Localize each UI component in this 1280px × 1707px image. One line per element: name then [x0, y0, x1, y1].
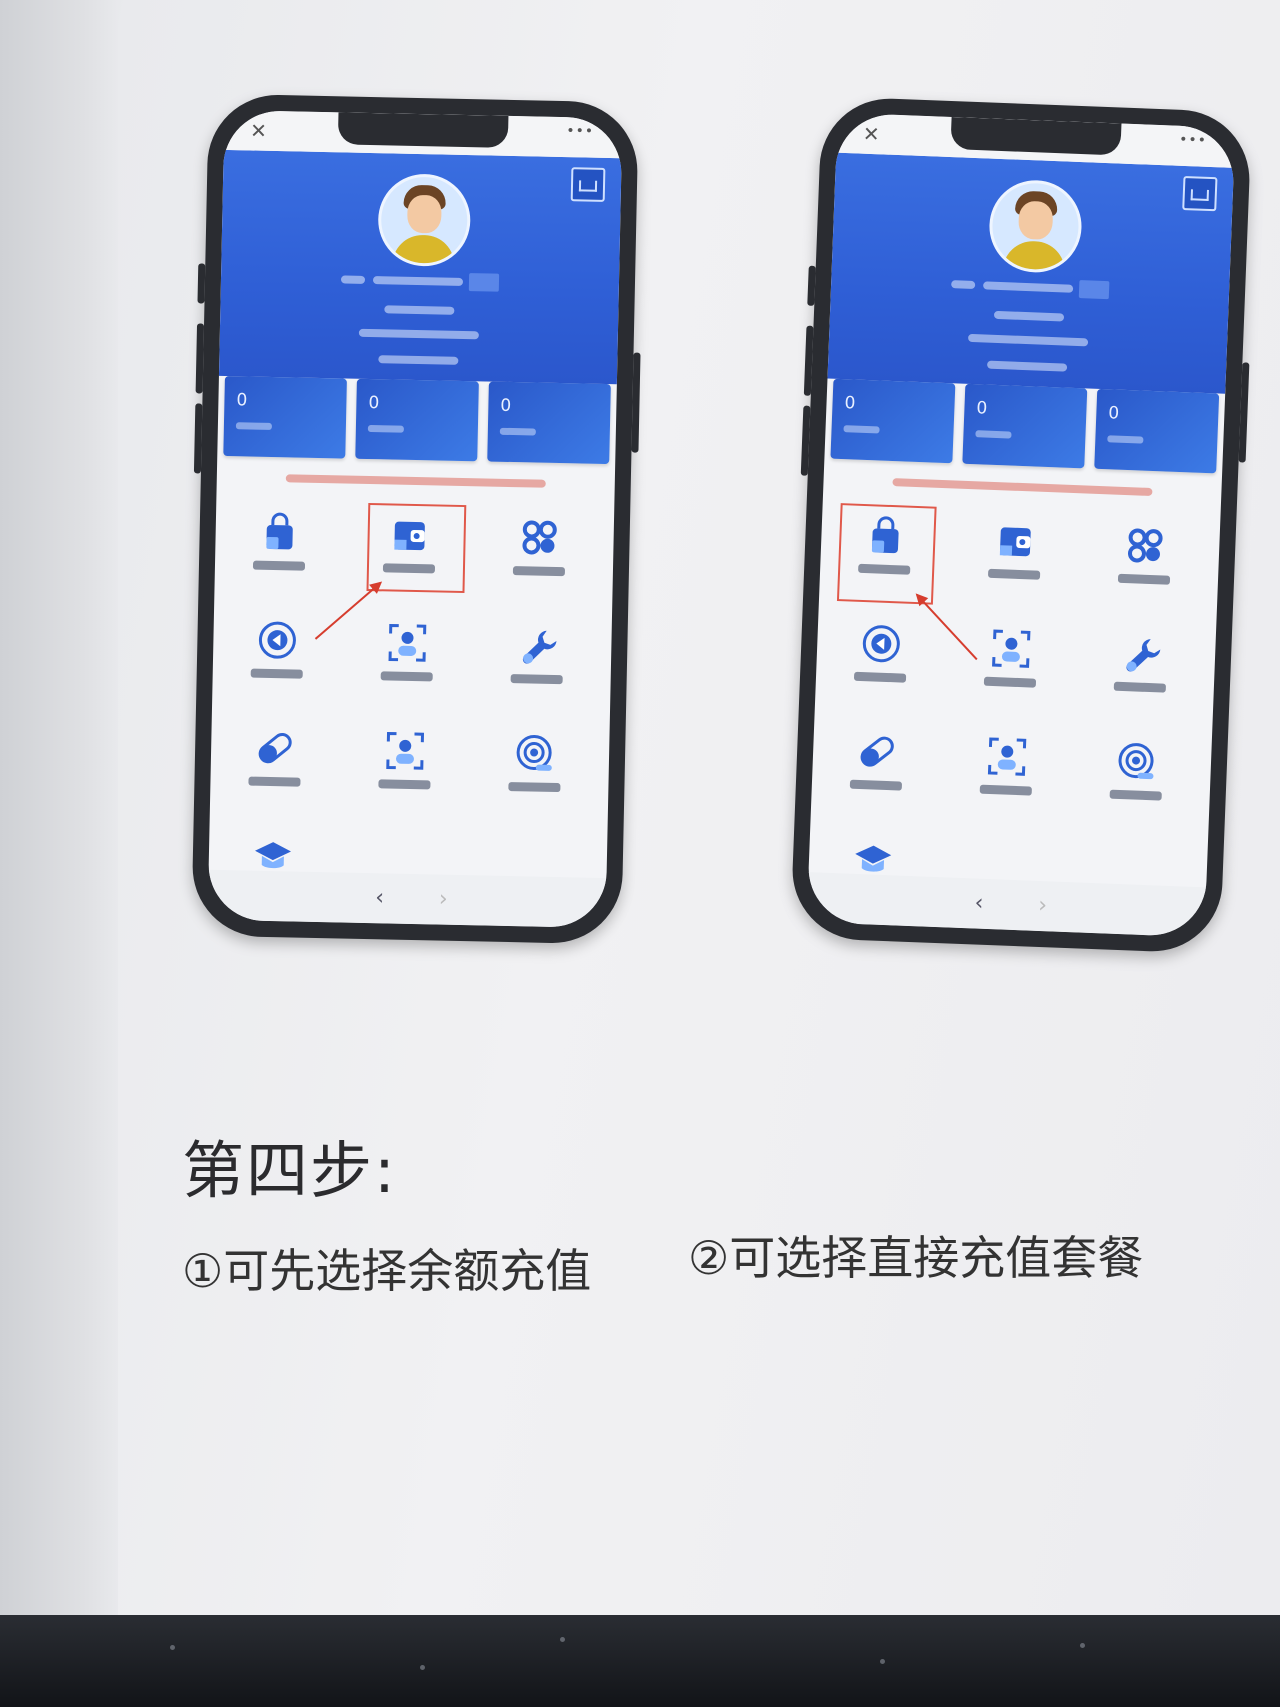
highlight-box: [366, 503, 467, 594]
grid-icon: [1124, 524, 1168, 568]
forward-icon[interactable]: ›: [439, 887, 448, 912]
balance-row: [220, 298, 618, 321]
forward-icon[interactable]: ›: [1038, 893, 1048, 918]
message-icon[interactable]: [1182, 175, 1218, 212]
stats-row: 0 0 0: [830, 378, 1220, 474]
scan-icon: [386, 621, 429, 664]
step-instruction-1: ①可先选择余额充值: [182, 1244, 592, 1298]
menu-item-label: [1109, 789, 1162, 801]
target-icon: [1115, 740, 1159, 784]
speaker-icon: [860, 622, 904, 666]
menu-item-label: [508, 782, 561, 793]
menu-item-label: [510, 674, 563, 685]
menu-item[interactable]: [944, 723, 1068, 828]
pill-icon: [855, 730, 899, 774]
more-icon[interactable]: •••: [566, 123, 594, 140]
menu-item-label: [248, 776, 301, 787]
browser-nav-bar: ‹ ›: [207, 869, 607, 929]
phone-notch: [337, 112, 509, 148]
step-title: 第四步:: [182, 1134, 397, 1207]
card-number-row: [831, 271, 1229, 304]
pill-icon: [254, 727, 297, 770]
menu-item-label: [380, 671, 433, 682]
menu-item-label: [983, 676, 1037, 688]
menu-item-label: [849, 779, 903, 791]
message-icon[interactable]: [570, 167, 606, 202]
menu-item-label: [378, 779, 431, 790]
expiry-row: [220, 322, 618, 345]
menu-item[interactable]: [953, 508, 1077, 613]
menu-item[interactable]: [476, 613, 598, 715]
stat-card[interactable]: 0: [223, 375, 347, 459]
stat-card[interactable]: 0: [355, 378, 479, 462]
card-number-row: [221, 268, 619, 294]
menu-item-label: [252, 560, 306, 571]
browser-nav-bar: ‹ ›: [806, 872, 1207, 938]
back-icon[interactable]: ‹: [375, 885, 384, 910]
stat-card[interactable]: 0: [487, 381, 611, 465]
phone-notch: [950, 117, 1122, 156]
wrench-icon: [516, 624, 559, 667]
instruction-note: [217, 470, 615, 492]
scan-icon: [384, 729, 427, 772]
apn-row: [219, 348, 617, 371]
menu-item[interactable]: [346, 611, 468, 713]
menu-item-label: [853, 671, 907, 683]
menu-item-label: [1117, 573, 1171, 585]
menu-item-label: [512, 566, 566, 577]
profile-header: [218, 149, 622, 385]
paper-fold: [0, 0, 118, 1625]
speaker-icon: [256, 619, 299, 662]
step-instruction-2: ②可选择直接充值套餐: [688, 1231, 1144, 1285]
expiry-row: [829, 325, 1227, 355]
menu-item[interactable]: [216, 608, 338, 710]
menu-item[interactable]: [819, 610, 943, 715]
bag-icon: [258, 511, 301, 554]
more-icon[interactable]: •••: [1179, 132, 1207, 149]
menu-item[interactable]: [949, 615, 1073, 720]
menu-item[interactable]: [1079, 620, 1203, 725]
close-icon[interactable]: ✕: [250, 118, 267, 142]
wallet-icon: [994, 519, 1038, 563]
menu-item[interactable]: [344, 719, 466, 821]
back-icon[interactable]: ‹: [974, 891, 984, 916]
menu-item[interactable]: [478, 505, 600, 607]
menu-item-label: [250, 668, 303, 679]
stat-card[interactable]: 0: [1094, 388, 1220, 474]
menu-item-label: [1113, 681, 1167, 693]
target-icon: [514, 732, 557, 775]
profile-header: [827, 152, 1234, 394]
instruction-note: [823, 472, 1221, 501]
highlight-box: [836, 503, 937, 605]
phone-mockup-right: ✕ ••• 0 0 0 ‹ ›: [789, 96, 1253, 954]
avatar: [987, 178, 1084, 275]
close-icon[interactable]: ✕: [862, 122, 880, 147]
stats-row: 0 0 0: [223, 375, 611, 465]
grid-icon: [518, 516, 561, 559]
copy-button[interactable]: [1078, 280, 1110, 300]
phone-screen-left: ✕ ••• 0 0 0 ‹ ›: [207, 109, 623, 929]
table-surface: [0, 1615, 1280, 1707]
scan-icon: [989, 627, 1033, 671]
menu-item[interactable]: [815, 718, 939, 823]
wrench-icon: [1119, 632, 1163, 676]
phone-mockup-left: ✕ ••• 0 0 0 ‹ ›: [191, 93, 641, 945]
menu-item-label: [979, 784, 1032, 796]
copy-button[interactable]: [468, 273, 500, 292]
menu-item[interactable]: [218, 500, 340, 602]
avatar: [377, 173, 472, 268]
menu-item[interactable]: [1083, 513, 1207, 618]
menu-item[interactable]: [214, 716, 336, 818]
stat-card[interactable]: 0: [962, 383, 1088, 469]
phone-screen-right: ✕ ••• 0 0 0 ‹ ›: [806, 112, 1236, 938]
menu-item[interactable]: [1074, 728, 1198, 833]
menu-item-label: [987, 568, 1041, 580]
scan-icon: [985, 735, 1029, 779]
menu-item[interactable]: [474, 721, 596, 823]
stat-card[interactable]: 0: [830, 378, 956, 464]
apn-row: [828, 350, 1226, 380]
